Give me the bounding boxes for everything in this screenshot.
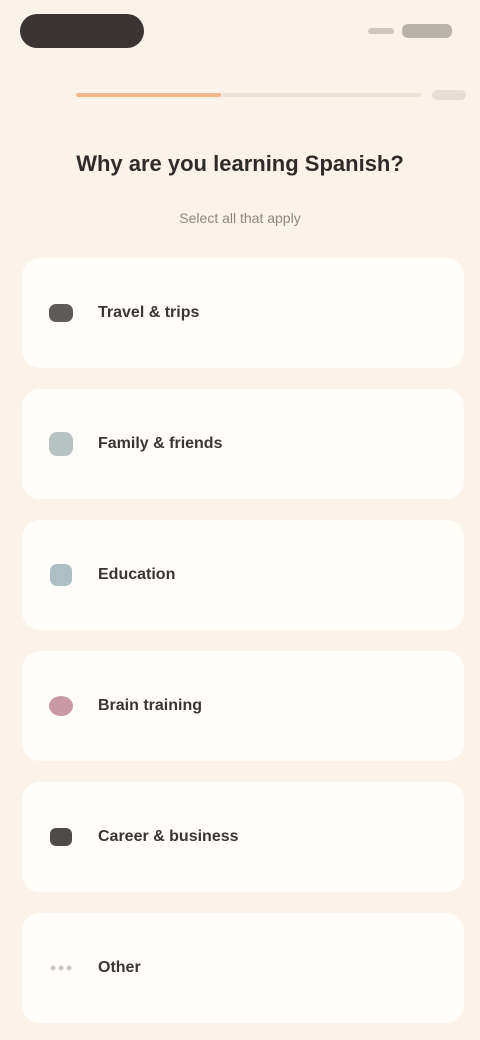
page-subtitle: Select all that apply: [179, 210, 301, 226]
page-title: Why are you learning Spanish?: [76, 151, 404, 176]
option-card-career[interactable]: Career & business: [22, 782, 464, 892]
progress-row: [76, 86, 466, 104]
status-bar: [0, 0, 480, 64]
dots-icon: [40, 947, 82, 989]
progress-fill: [76, 93, 222, 97]
signal-icon: [368, 28, 394, 34]
option-card-family[interactable]: Family & friends: [22, 389, 464, 499]
option-label: Brain training: [98, 697, 203, 714]
status-pill: [20, 14, 144, 48]
option-label: Travel & trips: [98, 304, 200, 321]
option-label: Family & friends: [98, 435, 223, 452]
battery-icon: [402, 24, 452, 38]
option-card-brain-training[interactable]: Brain training: [22, 651, 464, 761]
brain-icon: [40, 685, 82, 727]
option-card-other[interactable]: Other: [22, 913, 464, 1023]
progress-count: [432, 90, 466, 100]
people-icon: [40, 423, 82, 465]
book-icon: [40, 554, 82, 596]
option-card-education[interactable]: Education: [22, 520, 464, 630]
option-label: Other: [98, 959, 141, 976]
progress-track: [76, 93, 422, 97]
status-indicators: [368, 22, 452, 40]
airplane-icon: [40, 292, 82, 334]
option-label: Education: [98, 566, 176, 583]
briefcase-icon: [40, 816, 82, 858]
option-label: Career & business: [98, 828, 239, 845]
options-list: Travel & trips Family & friends Educatio…: [22, 258, 464, 1023]
option-card-travel[interactable]: Travel & trips: [22, 258, 464, 368]
